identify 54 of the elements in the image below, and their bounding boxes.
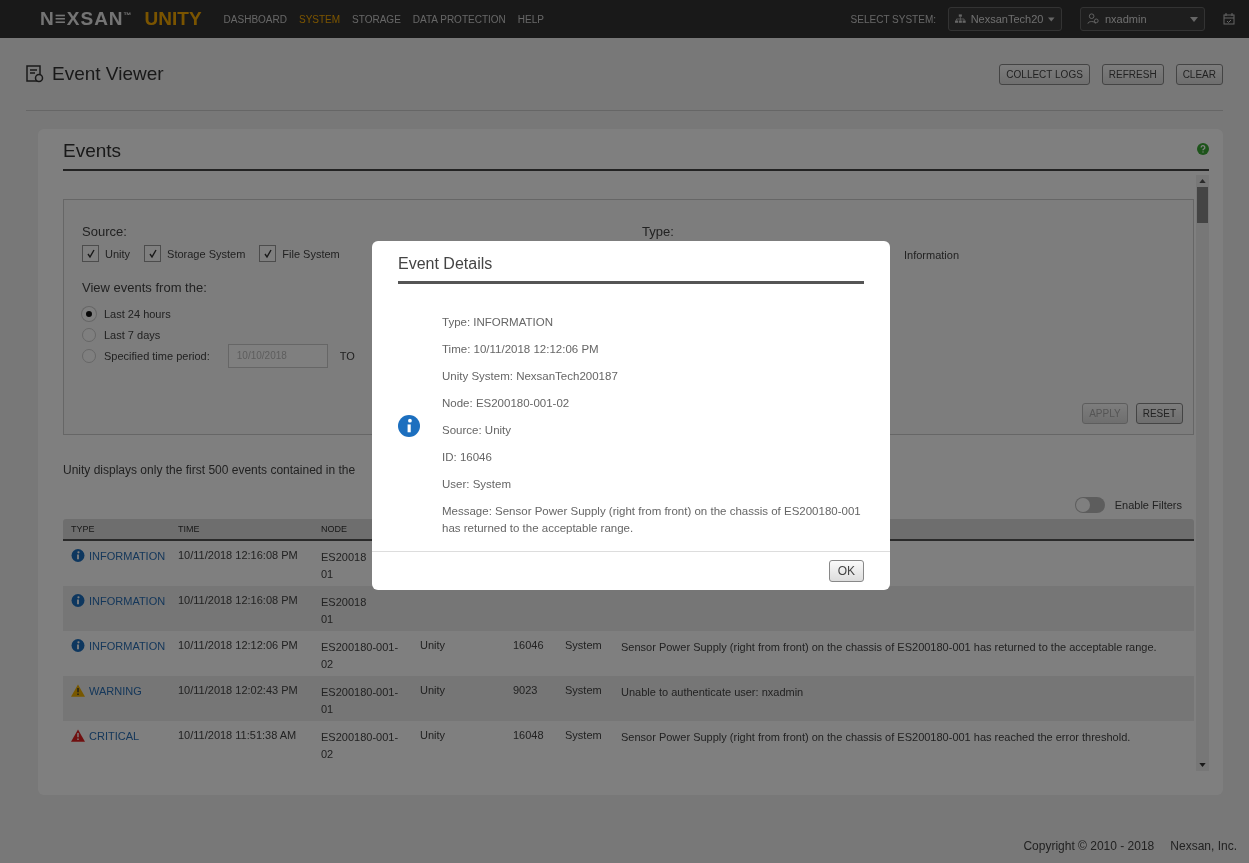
- checkbox-label: Storage System: [167, 247, 246, 260]
- table-cell-text: ES20018 01: [321, 550, 368, 582]
- page-title: Event Viewer: [52, 63, 164, 85]
- table-cell-text: ES200180-001- 02: [321, 730, 400, 762]
- column-header: TIME: [178, 524, 201, 534]
- table-cell-text: ES20018 01: [321, 595, 368, 627]
- table-cell-text: 10/11/2018 12:12:06 PM: [178, 639, 299, 651]
- toggle-label: Enable Filters: [1114, 499, 1182, 511]
- detail-text: Source: Unity: [442, 423, 513, 438]
- company-name: Nexsan, Inc.: [1170, 839, 1237, 853]
- table-cell-text: ES200180-001- 02: [321, 640, 400, 672]
- detail-text: User: System: [442, 477, 512, 492]
- select-system-label: SELECT SYSTEM:: [850, 13, 936, 25]
- table-cell-text: 16046: [513, 639, 545, 651]
- table-cell-text: 10/11/2018 12:16:08 PM: [178, 594, 299, 606]
- to-label: TO: [339, 349, 355, 362]
- radio-label: Specified time period:: [104, 349, 210, 362]
- table-cell-text: Unity: [420, 729, 447, 741]
- detail-text: Node: ES200180-001-02: [442, 396, 571, 411]
- copyright-text: Copyright © 2010 - 2018: [1023, 839, 1155, 853]
- type-option-label: Information: [904, 249, 960, 261]
- logo: N≡XSAN$^{™}$: [40, 8, 133, 30]
- detail-text: Type: INFORMATION: [442, 315, 554, 330]
- column-header: NODE: [321, 524, 348, 534]
- table-cell-text: 16048: [513, 729, 545, 741]
- table-cell-text: System: [565, 684, 603, 696]
- table-cell-text: Unable to authenticate user: nxadmin: [621, 685, 805, 700]
- view-events-label: View events from the:: [82, 280, 208, 295]
- source-label: Source:: [82, 224, 128, 239]
- table-cell-text: Sensor Power Supply (right from front) on the chassis of ES200180-001 has returned to the acceptable range.: [621, 640, 1158, 655]
- dialog-title: Event Details: [398, 241, 864, 284]
- product-name: UNITY: [144, 8, 202, 30]
- radio-label: Last 24 hours: [104, 307, 171, 320]
- table-cell-text: 10/11/2018 11:51:38 AM: [178, 729, 298, 741]
- table-cell-text: 10/11/2018 12:02:43 PM: [178, 684, 299, 696]
- type-label: Type:: [642, 224, 675, 239]
- table-cell-text: Sensor Power Supply (right from front) on the chassis of ES200180-001 has reached the error threshold.: [621, 730, 1132, 745]
- notice-text: Unity displays only the first 500 events contained in the: [63, 463, 357, 477]
- table-cell-text: Unity: [420, 639, 447, 651]
- table-cell-text: 9023: [513, 684, 539, 696]
- table-cell-text: ES200180-001- 01: [321, 685, 400, 717]
- column-header: TYPE: [70, 524, 96, 534]
- table-cell-text: 10/11/2018 12:16:08 PM: [178, 549, 299, 561]
- detail-text: ID: 16046: [442, 450, 493, 465]
- detail-text: Time: 10/11/2018 12:12:06 PM: [442, 342, 600, 357]
- radio-label: Last 7 days: [104, 328, 161, 341]
- panel-title: Events: [63, 139, 122, 162]
- table-cell-text: Unity: [420, 684, 447, 696]
- table-cell-text: System: [565, 729, 603, 741]
- checkbox-label: Unity: [105, 247, 131, 260]
- checkbox-label: File System: [282, 247, 340, 260]
- detail-text: Message: Sensor Power Supply (right from front) on the chassis of ES200180-001 has returned to the acceptable range.: [442, 504, 862, 536]
- detail-text: Unity System: NexsanTech200187: [442, 369, 619, 384]
- table-cell-text: System: [565, 639, 603, 651]
